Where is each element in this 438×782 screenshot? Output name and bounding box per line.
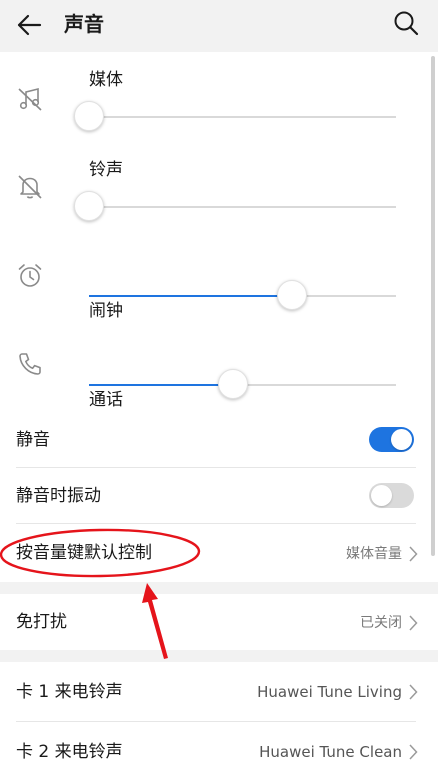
- chevron-right-icon: [409, 684, 418, 700]
- slider-track-ringtone[interactable]: [74, 191, 396, 221]
- mute-row[interactable]: 静音: [0, 412, 438, 468]
- scrollbar[interactable]: [431, 56, 435, 556]
- back-arrow-icon[interactable]: [14, 10, 44, 40]
- slider-thumb-alarm[interactable]: [276, 280, 307, 310]
- vibrate-when-muted-label: 静音时振动: [16, 486, 101, 506]
- ringtone-card: 卡 1 来电铃声 Huawei Tune Living 卡 2 来电铃声 Hua…: [0, 662, 438, 782]
- mute-toggle[interactable]: [369, 427, 414, 452]
- volume-row-call: 通话: [0, 322, 438, 412]
- top-bar: 声音: [0, 0, 438, 52]
- do-not-disturb-row[interactable]: 免打扰 已关闭: [0, 594, 438, 650]
- volume-row-ringtone: 铃声: [0, 142, 438, 232]
- sim2-ringtone-value: Huawei Tune Clean: [259, 743, 402, 761]
- sound-settings-card: 媒体 铃声 闹钟 通话 静音 静音时振动 按音量键默认控制 媒体音量: [0, 52, 438, 582]
- do-not-disturb-label: 免打扰: [16, 612, 67, 632]
- vibrate-when-muted-toggle[interactable]: [369, 483, 414, 508]
- volume-label-media: 媒体: [89, 70, 123, 90]
- do-not-disturb-value: 已关闭: [360, 615, 402, 631]
- slider-fill-call: [89, 384, 234, 386]
- page-title: 声音: [64, 12, 104, 36]
- volume-key-default-value: 媒体音量: [346, 546, 402, 562]
- sim1-ringtone-row[interactable]: 卡 1 来电铃声 Huawei Tune Living: [0, 662, 438, 722]
- volume-row-alarm: 闹钟: [0, 232, 438, 322]
- slider-track-alarm[interactable]: [89, 280, 396, 310]
- vibrate-when-muted-row[interactable]: 静音时振动: [0, 468, 438, 524]
- slider-thumb-media[interactable]: [74, 101, 104, 131]
- chevron-right-icon: [409, 615, 418, 631]
- volume-key-default-label: 按音量键默认控制: [16, 543, 152, 563]
- mute-label: 静音: [16, 430, 50, 450]
- chevron-right-icon: [409, 744, 418, 760]
- toggle-knob: [391, 429, 412, 450]
- sim1-ringtone-value: Huawei Tune Living: [257, 683, 402, 701]
- do-not-disturb-card: 免打扰 已关闭: [0, 594, 438, 650]
- volume-label-call: 通话: [89, 390, 123, 410]
- phone-icon: [19, 353, 41, 375]
- chevron-right-icon: [409, 546, 418, 562]
- volume-label-alarm: 闹钟: [89, 301, 123, 321]
- slider-fill-alarm: [89, 295, 292, 297]
- volume-key-default-row[interactable]: 按音量键默认控制 媒体音量: [0, 524, 438, 582]
- slider-track-call[interactable]: [89, 369, 396, 399]
- slider-thumb-ringtone[interactable]: [74, 191, 104, 221]
- music-muted-icon: [18, 87, 42, 111]
- alarm-clock-icon: [18, 264, 42, 287]
- sim1-ringtone-label: 卡 1 来电铃声: [16, 682, 123, 702]
- toggle-knob: [371, 485, 392, 506]
- sim2-ringtone-label: 卡 2 来电铃声: [16, 742, 123, 762]
- slider-thumb-call[interactable]: [218, 369, 249, 399]
- volume-row-media: 媒体: [0, 52, 438, 142]
- sim2-ringtone-row[interactable]: 卡 2 来电铃声 Huawei Tune Clean: [0, 722, 438, 782]
- slider-track-media[interactable]: [74, 101, 396, 131]
- search-icon[interactable]: [392, 9, 420, 37]
- volume-label-ringtone: 铃声: [89, 160, 123, 180]
- bell-muted-icon: [18, 175, 42, 199]
